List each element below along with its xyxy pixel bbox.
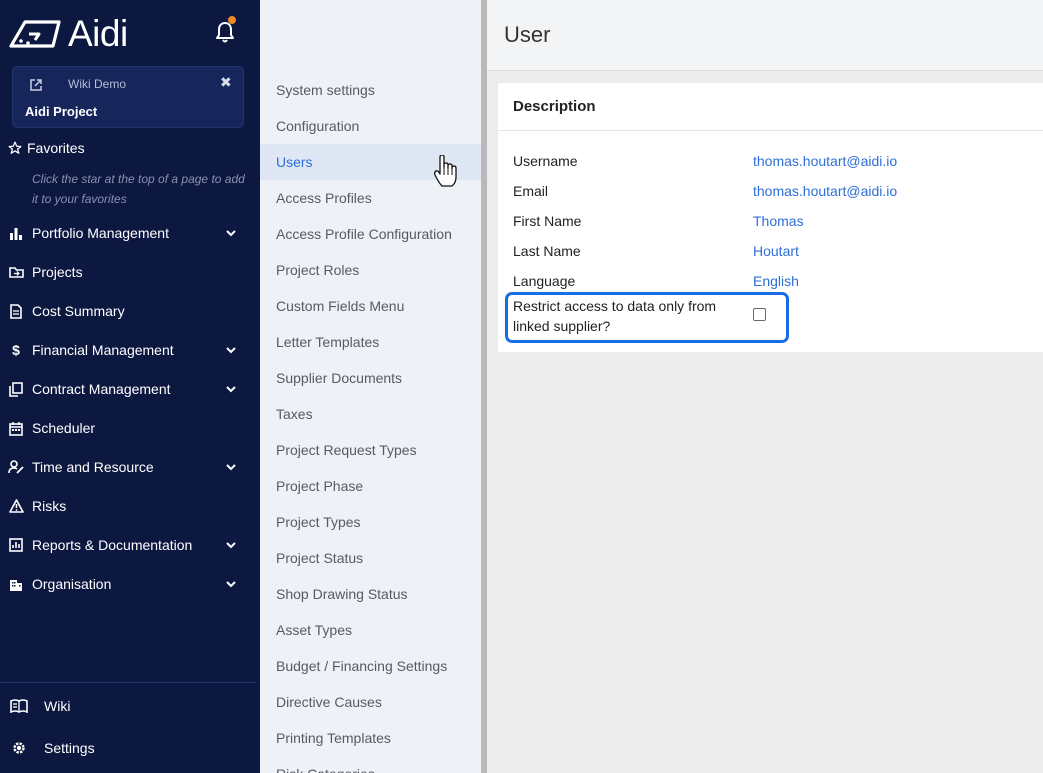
- submenu-item[interactable]: Directive Causes: [260, 684, 481, 720]
- submenu-item[interactable]: Project Types: [260, 504, 481, 540]
- submenu-item[interactable]: Taxes: [260, 396, 481, 432]
- restrict-access-label: Restrict access to data only from linked…: [513, 298, 717, 334]
- submenu-item[interactable]: Letter Templates: [260, 324, 481, 360]
- chevron-down-icon[interactable]: [224, 460, 238, 474]
- nav-portfolio-management[interactable]: Portfolio Management: [0, 215, 256, 251]
- nav-reports-documentation[interactable]: Reports & Documentation: [0, 527, 256, 563]
- submenu-item[interactable]: Shop Drawing Status: [260, 576, 481, 612]
- page-title: User: [504, 22, 551, 47]
- building-icon: [8, 576, 24, 592]
- chevron-down-icon[interactable]: [224, 343, 238, 357]
- username-label: Username: [513, 153, 578, 169]
- first-name-label: First Name: [513, 213, 582, 229]
- card-header: Description: [498, 83, 1043, 131]
- submenu-item[interactable]: Project Roles: [260, 252, 481, 288]
- aidi-logo-mark-icon: [9, 20, 61, 48]
- app-name: Aidi: [68, 13, 128, 54]
- star-icon: [8, 141, 22, 154]
- submenu-item[interactable]: Project Status: [260, 540, 481, 576]
- nav-settings[interactable]: Settings: [0, 730, 256, 766]
- aidi-logo[interactable]: Aidi: [8, 13, 128, 54]
- first-name-value[interactable]: Thomas: [753, 213, 804, 229]
- nav-divider: [0, 682, 256, 683]
- notification-badge: [228, 16, 236, 24]
- close-project-icon[interactable]: ✖: [220, 74, 232, 91]
- favorites-hint: Click the star at the top of a page to a…: [32, 172, 245, 206]
- description-card: Description Username thomas.houtart@aidi…: [498, 83, 1043, 352]
- submenu-item[interactable]: Supplier Documents: [260, 360, 481, 396]
- nav-label: Risks: [32, 498, 67, 514]
- username-value[interactable]: thomas.houtart@aidi.io: [753, 153, 897, 169]
- warning-icon: [8, 498, 24, 514]
- book-icon: [10, 697, 28, 715]
- nav-scheduler[interactable]: Scheduler: [0, 410, 256, 446]
- document-icon: [8, 303, 24, 319]
- nav-organisation[interactable]: Organisation: [0, 566, 256, 602]
- favorites-label: Favorites: [27, 140, 85, 156]
- favorites-header[interactable]: Favorites: [8, 140, 85, 156]
- gear-icon: [10, 739, 28, 757]
- nav-contract-management[interactable]: Contract Management: [0, 371, 256, 407]
- nav-wiki[interactable]: Wiki: [0, 688, 256, 724]
- nav-label: Financial Management: [32, 342, 174, 358]
- restrict-access-checkbox[interactable]: [753, 308, 766, 321]
- last-name-label: Last Name: [513, 243, 581, 259]
- project-wiki-label[interactable]: Wiki Demo: [68, 77, 126, 91]
- nav-label: Contract Management: [32, 381, 171, 397]
- chevron-down-icon[interactable]: [224, 382, 238, 396]
- submenu-item[interactable]: Asset Types: [260, 612, 481, 648]
- project-name[interactable]: Aidi Project: [25, 104, 97, 119]
- nav-label: Scheduler: [32, 420, 96, 436]
- nav-projects[interactable]: Projects: [0, 254, 256, 290]
- submenu-item[interactable]: Access Profile Configuration: [260, 216, 481, 252]
- main-sidebar: Aidi Wiki Demo ✖ Aidi Project Favorites …: [0, 0, 260, 773]
- bar-chart-icon: [8, 225, 24, 241]
- nav-label: Wiki: [44, 698, 71, 714]
- nav-time-and-resource[interactable]: Time and Resource: [0, 449, 256, 485]
- nav-label: Organisation: [32, 576, 112, 592]
- nav-label: Cost Summary: [32, 303, 125, 319]
- submenu-item[interactable]: Custom Fields Menu: [260, 288, 481, 324]
- main-content: User Description Username thomas.houtart…: [487, 0, 1043, 773]
- page-header: User: [487, 0, 1043, 71]
- calendar-icon: [8, 420, 24, 436]
- nav-label: Settings: [44, 740, 95, 756]
- open-external-icon[interactable]: [29, 78, 43, 92]
- submenu-item[interactable]: Configuration: [260, 108, 481, 144]
- hand-cursor-icon: [434, 155, 457, 187]
- submenu-item[interactable]: System settings: [260, 72, 481, 108]
- email-label: Email: [513, 183, 549, 199]
- person-edit-icon: [8, 459, 24, 475]
- dollar-icon: $: [12, 342, 20, 358]
- chevron-down-icon[interactable]: [224, 577, 238, 591]
- last-name-value[interactable]: Houtart: [753, 243, 799, 259]
- copy-icon: [8, 381, 24, 397]
- nav-label: Portfolio Management: [32, 225, 169, 241]
- card-title: Description: [513, 98, 596, 115]
- language-value[interactable]: English: [753, 273, 799, 289]
- email-value[interactable]: thomas.houtart@aidi.io: [753, 183, 897, 199]
- nav-risks[interactable]: Risks: [0, 488, 256, 524]
- folder-icon: [8, 264, 24, 280]
- report-icon: [8, 537, 24, 553]
- submenu-item[interactable]: Printing Templates: [260, 720, 481, 756]
- submenu-item[interactable]: Risk Categories: [260, 756, 481, 773]
- settings-submenu: System settings Configuration Users Acce…: [260, 0, 481, 773]
- language-label: Language: [513, 273, 576, 289]
- submenu-item[interactable]: Project Phase: [260, 468, 481, 504]
- current-project-card: Wiki Demo ✖ Aidi Project: [12, 66, 244, 128]
- submenu-item[interactable]: Project Request Types: [260, 432, 481, 468]
- nav-financial-management[interactable]: $ Financial Management: [0, 332, 256, 368]
- nav-cost-summary[interactable]: Cost Summary: [0, 293, 256, 329]
- nav-label: Projects: [32, 264, 83, 280]
- chevron-down-icon[interactable]: [224, 226, 238, 240]
- chevron-down-icon[interactable]: [224, 538, 238, 552]
- nav-label: Time and Resource: [32, 459, 154, 475]
- submenu-item[interactable]: Budget / Financing Settings: [260, 648, 481, 684]
- nav-label: Reports & Documentation: [32, 537, 193, 553]
